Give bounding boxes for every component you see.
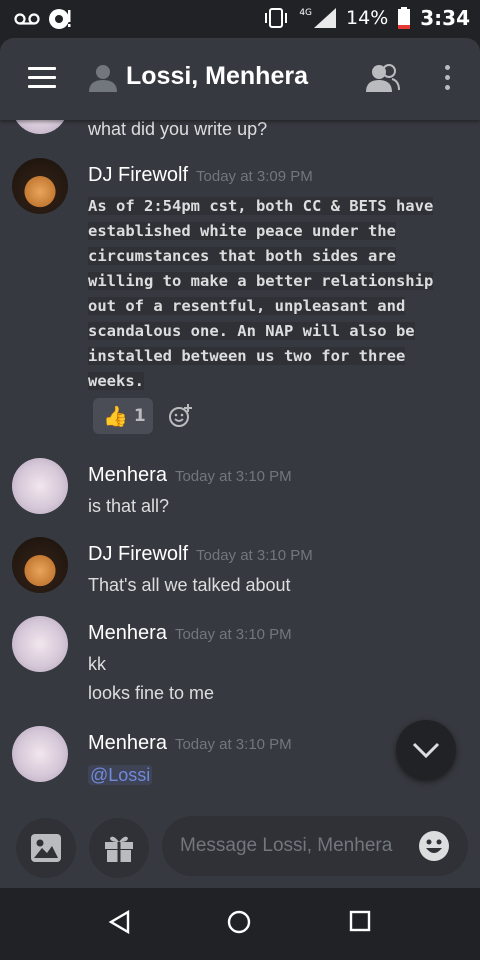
voicemail-icon bbox=[14, 13, 40, 25]
message-text: is that all? bbox=[88, 496, 170, 516]
code-line: circumstances that both sides are bbox=[88, 247, 396, 265]
author-name[interactable]: DJ Firewolf bbox=[88, 164, 188, 186]
message-text: That's all we talked about bbox=[88, 575, 291, 595]
message-timestamp: Today at 3:09 PM bbox=[196, 168, 313, 185]
scroll-to-bottom-button[interactable] bbox=[396, 720, 456, 780]
message-text: kk bbox=[88, 654, 106, 674]
message-author[interactable]: Menhera Today at 3:10 PM bbox=[88, 622, 292, 645]
message-text: looks fine to me bbox=[88, 683, 215, 703]
message-text: @Lossi bbox=[88, 765, 153, 786]
system-nav-bar bbox=[0, 888, 480, 960]
code-line: weeks. bbox=[88, 372, 144, 390]
message-author[interactable]: Menhera Today at 3:10 PM bbox=[88, 732, 292, 755]
members-icon[interactable] bbox=[366, 64, 400, 92]
discord-notification-icon bbox=[49, 9, 71, 29]
message-timestamp: Today at 3:10 PM bbox=[196, 547, 313, 564]
code-block: As of 2:54pm cst, both CC & BETS have es… bbox=[88, 194, 460, 394]
code-line: As of 2:54pm cst, both CC & BETS have bbox=[88, 197, 434, 215]
code-line: out of a resentful, unpleasant and bbox=[88, 297, 406, 315]
channel-title: Lossi, Menhera bbox=[126, 62, 308, 90]
message-input[interactable] bbox=[162, 816, 468, 876]
avatar[interactable] bbox=[12, 158, 68, 214]
signal-icon bbox=[314, 8, 337, 28]
avatar[interactable] bbox=[12, 120, 68, 134]
vibrate-icon bbox=[265, 8, 288, 28]
message-author[interactable]: Menhera Today at 3:10 PM bbox=[88, 464, 292, 487]
reaction-thumbs-up[interactable]: 👍 1 bbox=[93, 398, 153, 434]
status-bar: 4G 14% 3:34 bbox=[0, 0, 480, 38]
avatar[interactable] bbox=[12, 726, 68, 782]
author-name[interactable]: Menhera bbox=[88, 732, 167, 754]
composer bbox=[0, 808, 480, 888]
emoji-icon[interactable] bbox=[418, 830, 450, 862]
network-label: 4G bbox=[299, 8, 313, 18]
avatar[interactable] bbox=[12, 616, 68, 672]
user-mention[interactable]: @Lossi bbox=[88, 765, 153, 785]
message-author[interactable]: DJ Firewolf Today at 3:09 PM bbox=[88, 164, 313, 187]
image-icon bbox=[31, 834, 61, 862]
more-icon[interactable] bbox=[440, 65, 454, 93]
message-author[interactable]: DJ Firewolf Today at 3:10 PM bbox=[88, 543, 313, 566]
dm-user-icon bbox=[89, 65, 117, 92]
avatar[interactable] bbox=[12, 537, 68, 593]
thumbs-up-icon: 👍 bbox=[103, 404, 128, 428]
message-timestamp: Today at 3:10 PM bbox=[174, 626, 292, 643]
message-field[interactable] bbox=[180, 835, 410, 857]
gift-icon bbox=[105, 836, 133, 862]
author-name[interactable]: Menhera bbox=[88, 622, 167, 644]
code-line: established white peace under the bbox=[88, 222, 396, 240]
avatar[interactable] bbox=[12, 458, 68, 514]
battery-icon bbox=[398, 7, 411, 29]
recents-icon[interactable] bbox=[349, 910, 371, 932]
back-icon[interactable] bbox=[108, 910, 130, 934]
add-reaction-icon[interactable] bbox=[168, 404, 192, 428]
message-timestamp: Today at 3:10 PM bbox=[174, 736, 292, 753]
home-icon[interactable] bbox=[227, 910, 251, 934]
gift-button[interactable] bbox=[89, 818, 149, 878]
message-timestamp: Today at 3:10 PM bbox=[174, 468, 292, 485]
code-line: willing to make a better relationship bbox=[88, 272, 434, 290]
image-button[interactable] bbox=[16, 818, 76, 878]
channel-header: Lossi, Menhera bbox=[0, 38, 480, 120]
code-line: scandalous one. An NAP will also be bbox=[88, 322, 415, 340]
code-line: installed between us two for three bbox=[88, 347, 406, 365]
reaction-count: 1 bbox=[133, 406, 146, 426]
battery-percent: 14% bbox=[346, 7, 389, 29]
clock: 3:34 bbox=[420, 6, 470, 30]
message-text: what did you write up? bbox=[88, 120, 268, 139]
author-name[interactable]: Menhera bbox=[88, 464, 167, 486]
message-list[interactable]: what did you write up? DJ Firewolf Today … bbox=[0, 120, 480, 810]
author-name[interactable]: DJ Firewolf bbox=[88, 543, 188, 565]
chat-window: Lossi, Menhera what did you write up? DJ… bbox=[0, 38, 480, 888]
menu-icon[interactable] bbox=[28, 67, 56, 89]
scroll-down-icon bbox=[412, 742, 440, 758]
